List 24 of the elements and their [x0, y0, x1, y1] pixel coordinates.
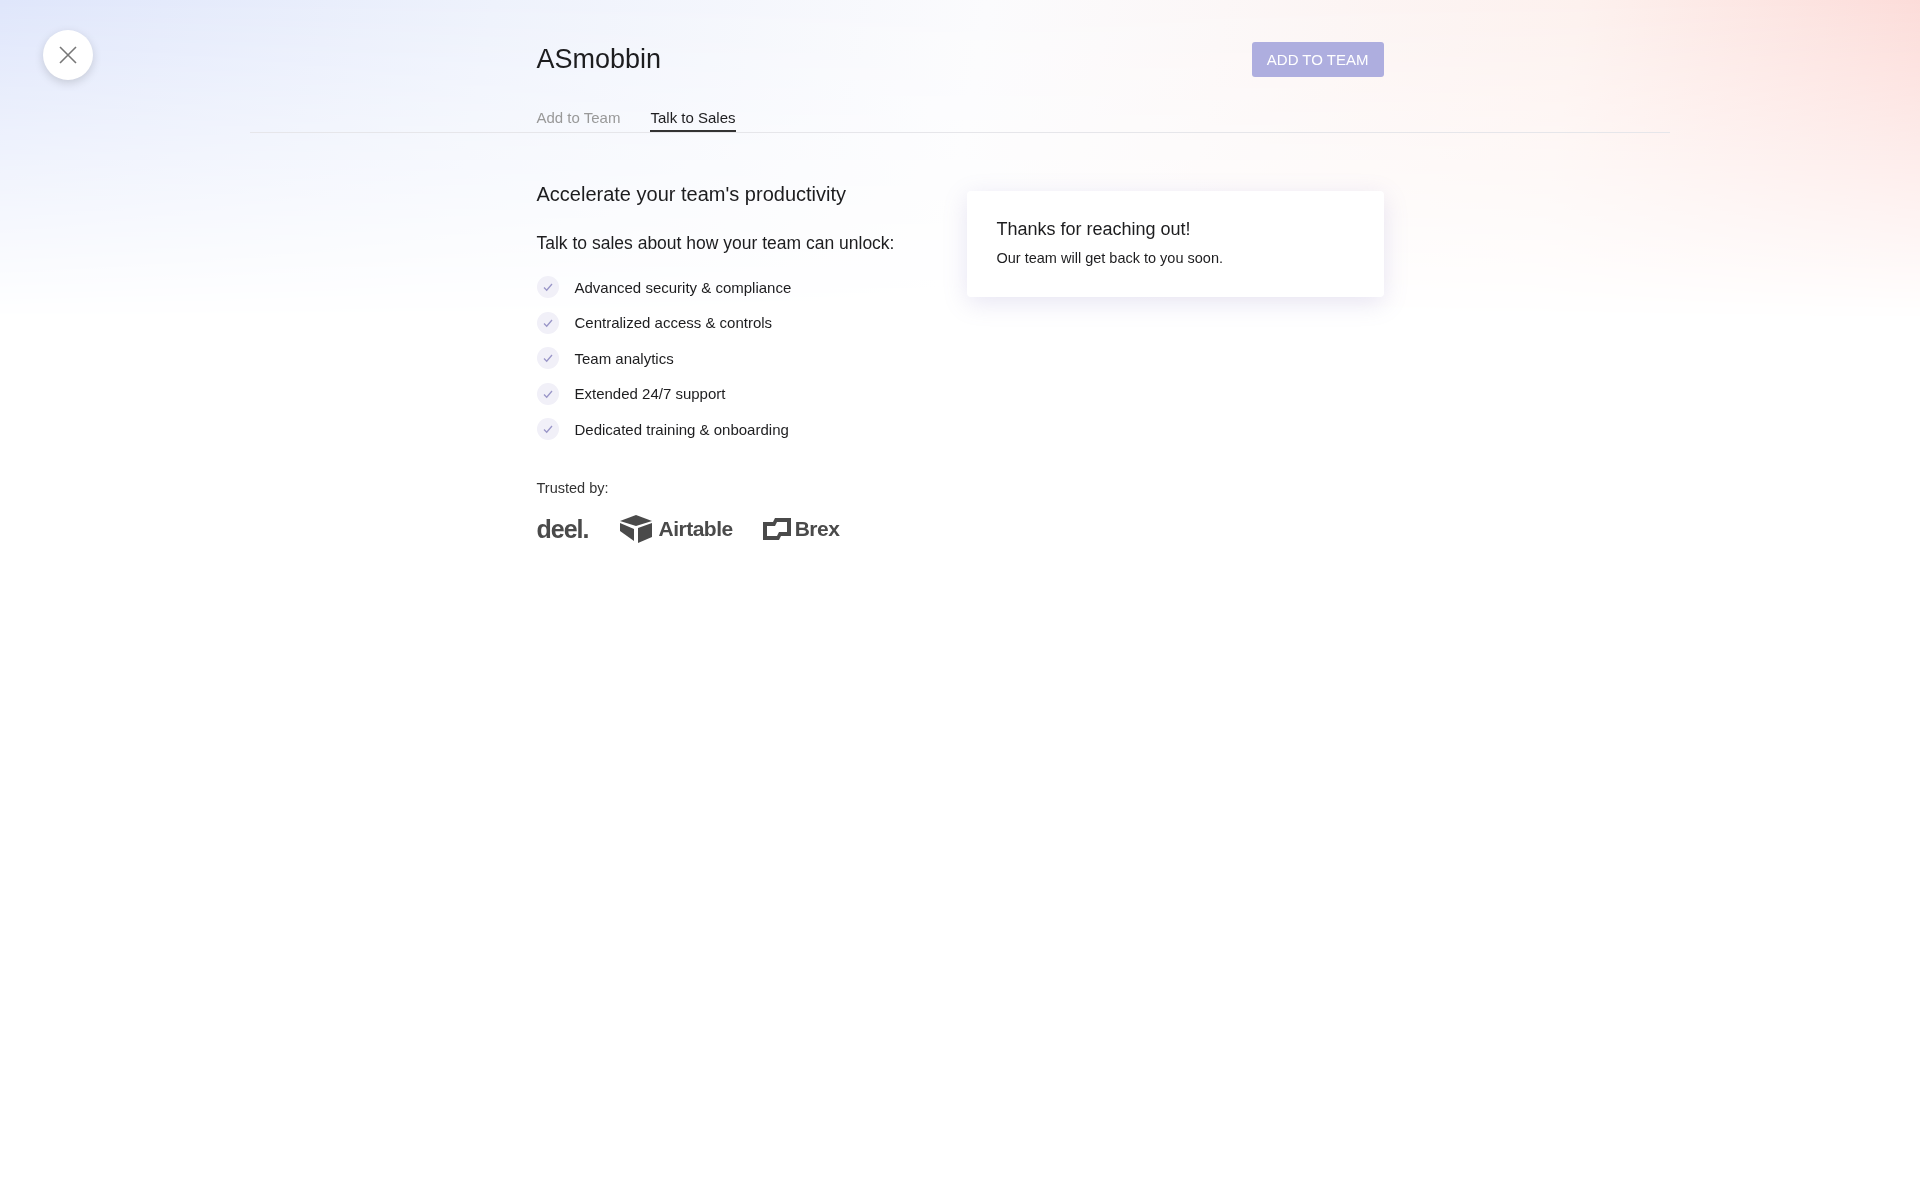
close-icon [58, 45, 78, 65]
check-icon [536, 382, 559, 405]
check-icon [536, 311, 559, 334]
feature-text: Centralized access & controls [574, 314, 773, 331]
check-icon [536, 418, 559, 440]
tab[interactable]: Add to Team [536, 109, 621, 132]
tab[interactable]: Talk to Sales [650, 109, 736, 132]
company-logo: Brex [794, 517, 840, 541]
feature-text: Team analytics [574, 349, 674, 367]
feature-text: Dedicated training & onboarding [574, 420, 789, 438]
feature-text: Advanced security & compliance [574, 278, 792, 296]
flag-icon [762, 518, 791, 540]
trusted-label: Trusted by: [536, 480, 610, 496]
section-subheading: Talk to sales about how your team can unlock: [536, 233, 895, 254]
feature-text: Extended 24/7 support [574, 385, 726, 402]
check-icon [536, 347, 559, 369]
company-logo: Airtable [658, 517, 733, 541]
confirmation-message: Our team will get back to you soon. [996, 250, 1224, 266]
check-icon [536, 276, 559, 298]
box-icon [618, 514, 655, 544]
page-title: ASmobbin [536, 44, 662, 75]
section-heading: Accelerate your team's productivity [536, 183, 847, 206]
confirmation-title: Thanks for reaching out! [996, 219, 1192, 240]
company-logo: deel. [536, 514, 589, 544]
